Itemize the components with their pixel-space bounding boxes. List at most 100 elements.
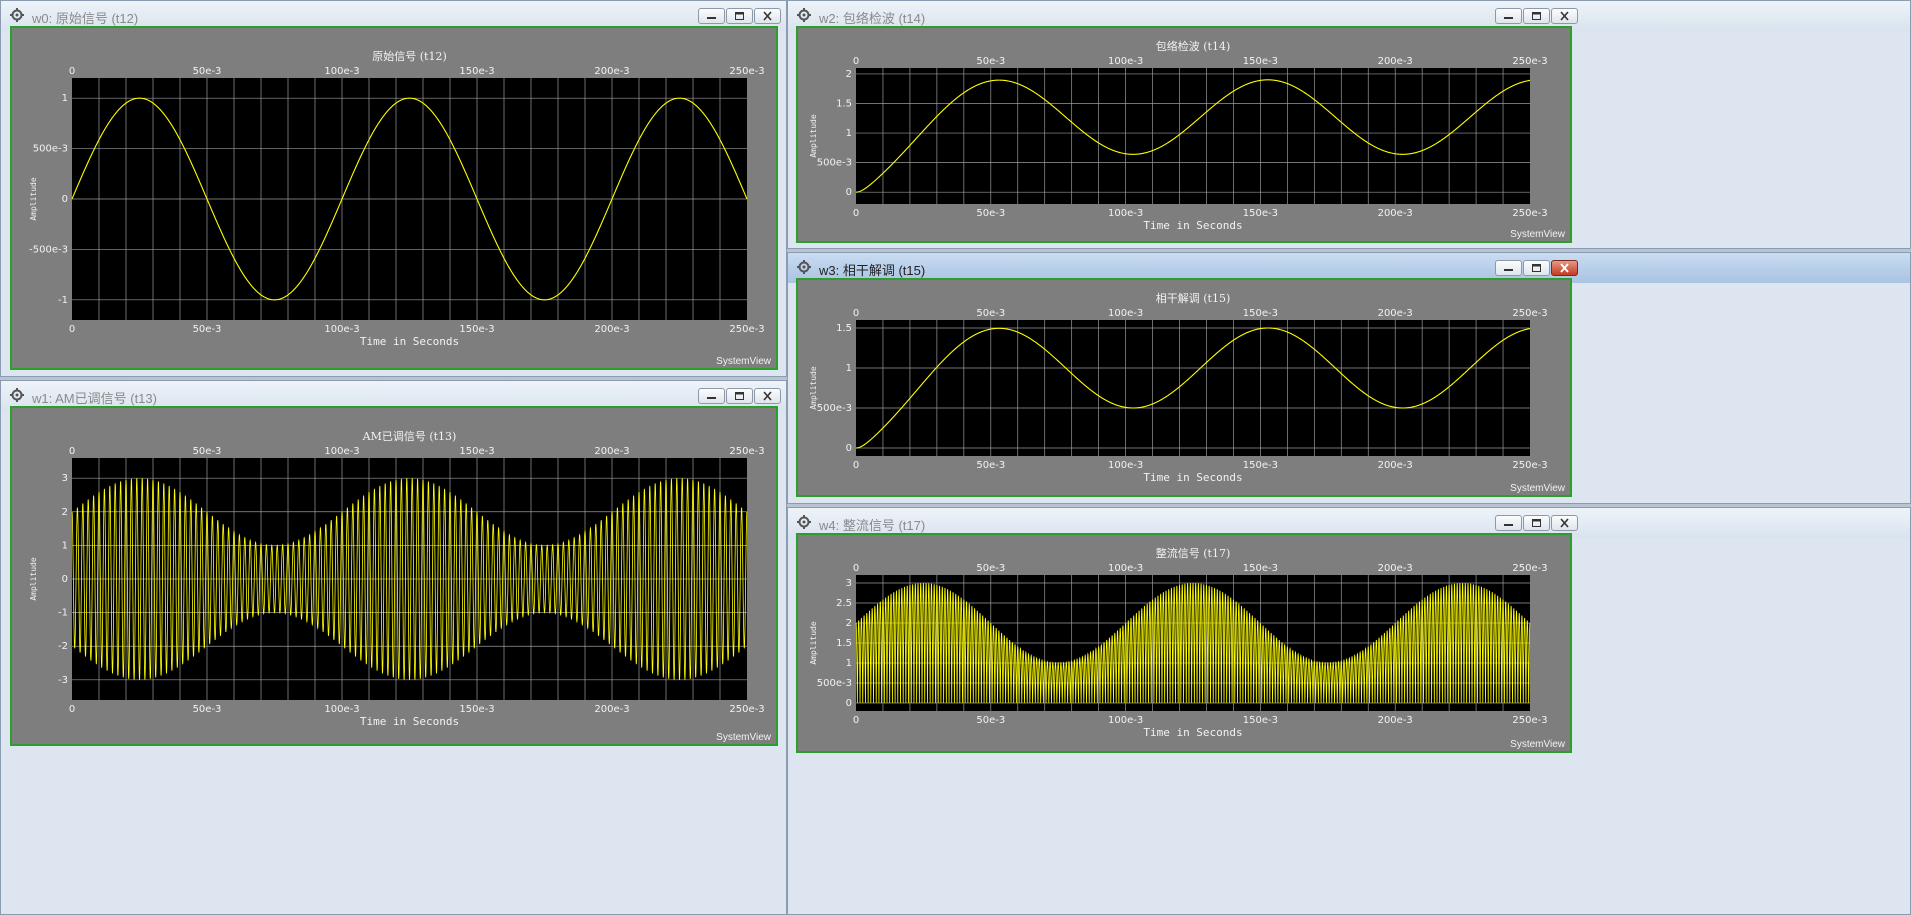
minimize-icon [707,397,716,399]
x-tick-label: 250e-3 [1512,460,1547,471]
x-tick-label-top: 100e-3 [1108,563,1143,574]
x-tick-label-top: 0 [69,446,75,457]
window-w2[interactable]: w2: 包络检波 (t14) 包络检波 (t14) 0 500e-3 1 1.5 2 0 0 5… [787,0,1911,249]
x-tick-label-top: 0 [853,308,859,319]
plot-panel: 整流信号 (t17) 0 500e-3 1 1.5 2 2.5 3 0 0 50e-3 50e-3 10… [796,533,1572,753]
y-tick-label: 0 [846,443,852,454]
plot-panel: 包络检波 (t14) 0 500e-3 1 1.5 2 0 0 50e-3 50e-3 100e-3… [796,26,1572,243]
maximize-button[interactable] [726,388,753,404]
systemview-gear-icon [797,260,811,274]
y-axis-label: Amplitude [809,621,818,665]
x-tick-label: 250e-3 [729,324,764,335]
maximize-button[interactable] [1523,8,1550,24]
y-tick-label: 3 [846,578,852,589]
x-tick-label-top: 0 [69,66,75,77]
window-title: w3: 相干解调 (t15) [819,263,926,278]
chart-title: 原始信号 (t12) [372,49,447,63]
chart-title: 包络检波 (t14) [1156,39,1231,53]
x-tick-label-top: 0 [853,563,859,574]
y-tick-label: 0 [846,187,852,198]
minimize-button[interactable] [698,8,725,24]
y-tick-label: 0 [62,574,68,585]
close-icon [1560,518,1569,528]
x-tick-label: 0 [69,704,75,715]
y-tick-label: 1 [62,93,68,104]
y-tick-label: 1 [846,128,852,139]
chart-envelope-detection[interactable]: 包络检波 (t14)0500e-311.520050e-350e-3100e-3… [798,28,1570,241]
x-tick-label: 200e-3 [1378,460,1413,471]
maximize-button[interactable] [1523,515,1550,531]
plot-background [856,320,1530,456]
plot-panel: 原始信号 (t12) -1 -500e-3 0 500e-3 1 0 0 50e-3 50e-3 1… [10,26,778,370]
x-tick-label-top: 250e-3 [1512,56,1547,67]
x-tick-label-top: 0 [853,56,859,67]
x-tick-label: 150e-3 [1243,715,1278,726]
y-tick-label: 500e-3 [817,678,852,689]
systemview-gear-icon [10,8,24,22]
y-tick-label: 0 [846,698,852,709]
x-tick-label: 0 [853,715,859,726]
maximize-button[interactable] [1523,260,1550,276]
window-title: w1: AM已调信号 (t13) [32,391,157,406]
minimize-icon [707,17,716,19]
x-tick-label-top: 100e-3 [1108,308,1143,319]
minimize-button[interactable] [698,388,725,404]
x-tick-label-top: 200e-3 [1378,56,1413,67]
x-tick-label: 250e-3 [1512,208,1547,219]
x-axis-label: Time in Seconds [360,715,459,728]
window-w4[interactable]: w4: 整流信号 (t17) 整流信号 (t17) 0 500e-3 1 1.5 2 2.5… [787,507,1911,915]
maximize-button[interactable] [726,8,753,24]
chart-title: 整流信号 (t17) [1156,546,1231,560]
window-w1[interactable]: w1: AM已调信号 (t13) AM已调信号 (t13) -3 -2 -1 0 1 2 3 0… [0,380,787,915]
x-axis-label: Time in Seconds [1143,471,1242,484]
x-tick-label: 50e-3 [193,704,222,715]
x-tick-label: 250e-3 [1512,715,1547,726]
close-button[interactable] [1551,260,1578,276]
x-tick-label: 100e-3 [324,324,359,335]
y-tick-label: 500e-3 [33,144,68,155]
y-axis-label: Amplitude [29,177,38,221]
y-axis-label: Amplitude [809,366,818,410]
x-tick-label: 50e-3 [193,324,222,335]
x-tick-label: 200e-3 [1378,715,1413,726]
y-tick-label: 2.5 [836,598,852,609]
maximize-icon [735,12,744,20]
chart-rectified-signal[interactable]: 整流信号 (t17)0500e-311.522.530050e-350e-310… [798,535,1570,751]
y-tick-label: 1 [62,540,68,551]
minimize-icon [1504,524,1513,526]
chart-original-signal[interactable]: 原始信号 (t12) -1 -500e-3 0 500e-3 1 0 0 50e-3 50e-3 1… [12,28,776,368]
x-tick-label-top: 250e-3 [1512,563,1547,574]
x-tick-label-top: 50e-3 [976,308,1005,319]
window-w0[interactable]: w0: 原始信号 (t12) 原始信号 (t12) -1 -500e-3 0 500e-… [0,0,787,377]
chart-am-modulated-signal[interactable]: AM已调信号 (t13) -3 -2 -1 0 1 2 3 0 0 50e-3 50e-3 100e-3… [12,408,776,744]
minimize-button[interactable] [1495,515,1522,531]
plot-background [856,68,1530,204]
x-axis-label: Time in Seconds [1143,219,1242,232]
minimize-icon [1504,17,1513,19]
close-button[interactable] [754,8,781,24]
window-w3[interactable]: w3: 相干解调 (t15) 相干解调 (t15) 0 500e-3 1 1.5 0 0 50… [787,252,1911,504]
minimize-button[interactable] [1495,260,1522,276]
brand-label: SystemView [1510,483,1566,494]
maximize-icon [1532,12,1541,20]
x-tick-label-top: 250e-3 [729,446,764,457]
y-tick-label: 2 [846,69,852,80]
x-tick-label: 0 [853,460,859,471]
chart-coherent-demodulation[interactable]: 相干解调 (t15)0500e-311.50050e-350e-3100e-31… [798,280,1570,495]
x-tick-label-top: 50e-3 [976,563,1005,574]
brand-label: SystemView [1510,229,1566,240]
close-button[interactable] [1551,8,1578,24]
systemview-gear-icon [10,388,24,402]
y-tick-label: 1 [846,363,852,374]
x-tick-label-top: 150e-3 [459,446,494,457]
x-tick-label: 200e-3 [1378,208,1413,219]
minimize-button[interactable] [1495,8,1522,24]
x-axis-label: Time in Seconds [360,335,459,348]
x-tick-label-top: 150e-3 [1243,56,1278,67]
plot-panel: AM已调信号 (t13) -3 -2 -1 0 1 2 3 0 0 50e-3 50e-3 100e-3… [10,406,778,746]
close-button[interactable] [754,388,781,404]
close-button[interactable] [1551,515,1578,531]
y-tick-label: 1.5 [836,323,852,334]
y-axis-label: Amplitude [29,557,38,601]
x-tick-label: 100e-3 [1108,208,1143,219]
